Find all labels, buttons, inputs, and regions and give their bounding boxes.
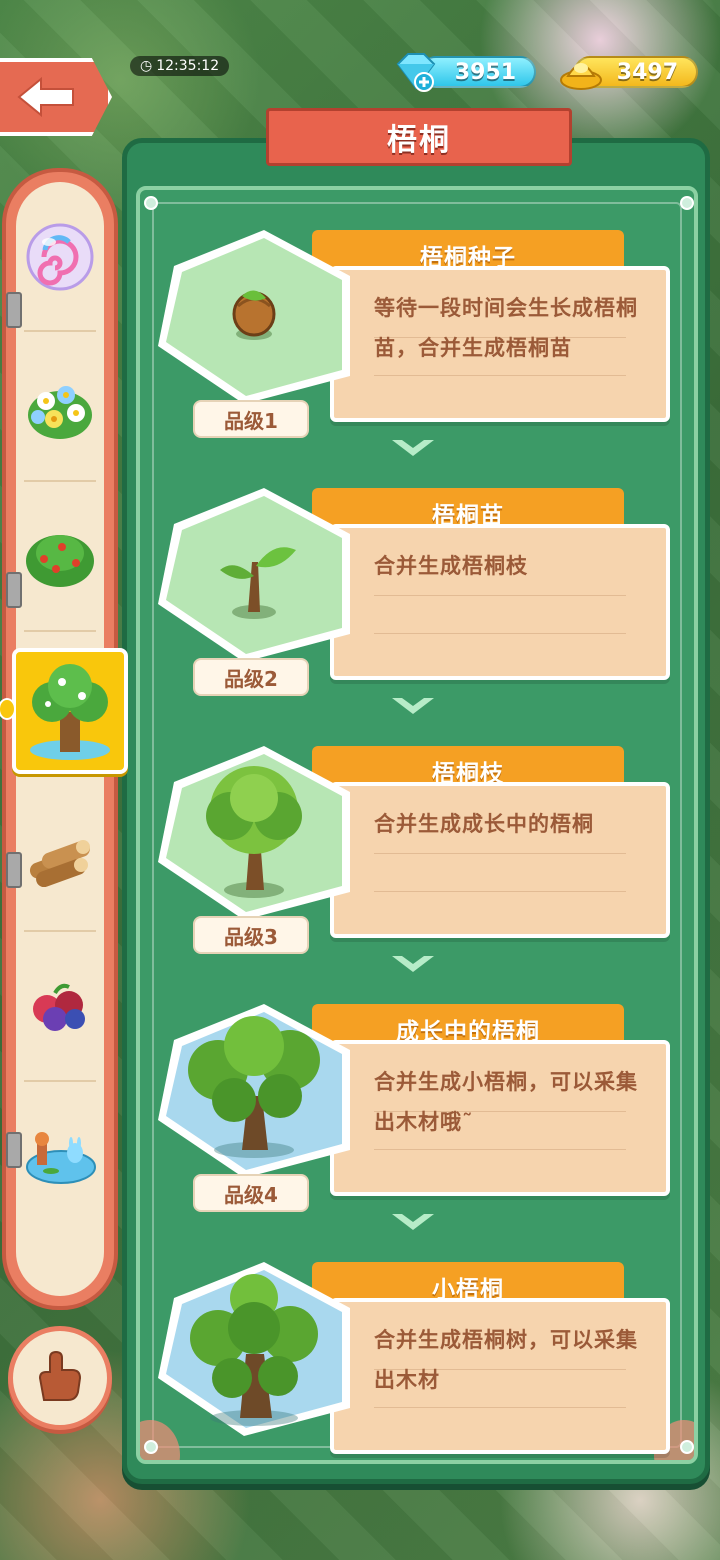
sidebar-hinge: [6, 1132, 22, 1168]
card-description-box: 合并生成小梧桐，可以采集出木材哦˜: [330, 1040, 670, 1196]
seed-icon[interactable]: [154, 226, 354, 406]
card-description: 合并生成小梧桐，可以采集出木材哦˜: [374, 1070, 638, 1134]
berry-bush-icon: [26, 535, 94, 587]
sidebar-hinge: [6, 572, 22, 608]
panel-title: 梧桐: [266, 108, 572, 177]
category-pond[interactable]: [16, 1082, 104, 1232]
category-flowers[interactable]: [16, 332, 104, 482]
grade-label: 品级1: [193, 400, 309, 438]
berries-icon: [33, 983, 85, 1031]
small-tree-icon[interactable]: [154, 1258, 354, 1438]
candy-bubble-icon: [26, 223, 94, 291]
card-description-box: 合并生成梧桐枝: [330, 524, 670, 680]
grade-label: 品级3: [193, 916, 309, 954]
hand-button[interactable]: [8, 1326, 112, 1430]
down-chevron-icon: [392, 698, 434, 714]
category-wood[interactable]: [16, 782, 104, 932]
growing-tree-icon[interactable]: [154, 1000, 354, 1180]
down-chevron-icon: [392, 440, 434, 456]
clock-icon: ◷: [140, 58, 153, 74]
timer: ◷ 12:35:12: [130, 56, 230, 76]
young-tree-icon[interactable]: [154, 742, 354, 922]
rivet: [144, 196, 158, 210]
sapling-icon[interactable]: [154, 484, 354, 664]
flower-bush-icon: [28, 386, 92, 439]
gold-count: 3497: [616, 59, 678, 85]
card-description: 等待一段时间会生长成梧桐苗，合并生成梧桐苗: [374, 296, 638, 360]
grade-label: 品级2: [193, 658, 309, 696]
back-button[interactable]: [0, 58, 112, 136]
card-description-box: 合并生成成长中的梧桐: [330, 782, 670, 938]
card-description: 合并生成梧桐枝: [374, 554, 528, 578]
rivet: [680, 196, 694, 210]
gold-ingot-icon: [560, 63, 602, 90]
down-chevron-icon: [392, 1214, 434, 1230]
category-candy[interactable]: [16, 182, 104, 332]
card-description-box: 合并生成梧桐树，可以采集出木材: [330, 1298, 670, 1454]
card-description-box: 等待一段时间会生长成梧桐苗，合并生成梧桐苗: [330, 266, 670, 422]
back-arrow-icon: [17, 76, 74, 118]
wood-logs-icon: [29, 840, 90, 887]
down-chevron-icon: [392, 956, 434, 972]
sidebar-hinge: [6, 852, 22, 888]
pond-icon: [26, 1132, 96, 1184]
gem-count: 3951: [454, 59, 516, 85]
rivet: [680, 1440, 694, 1454]
sidebar-hinge: [6, 292, 22, 328]
category-tree-active[interactable]: [12, 648, 128, 774]
card-description: 合并生成成长中的梧桐: [374, 812, 594, 836]
card-description: 合并生成梧桐树，可以采集出木材: [374, 1328, 638, 1392]
tree-icon: [30, 664, 110, 760]
hand-pointer-icon: [38, 1350, 82, 1401]
timer-label: 12:35:12: [156, 58, 220, 74]
category-berry-bush[interactable]: [16, 482, 104, 632]
panel-title-label: 梧桐: [387, 123, 451, 158]
gem-add-icon[interactable]: [392, 50, 438, 94]
category-berries[interactable]: [16, 932, 104, 1082]
grade-label: 品级4: [193, 1174, 309, 1212]
separator: [24, 630, 96, 632]
rivet: [144, 1440, 158, 1454]
